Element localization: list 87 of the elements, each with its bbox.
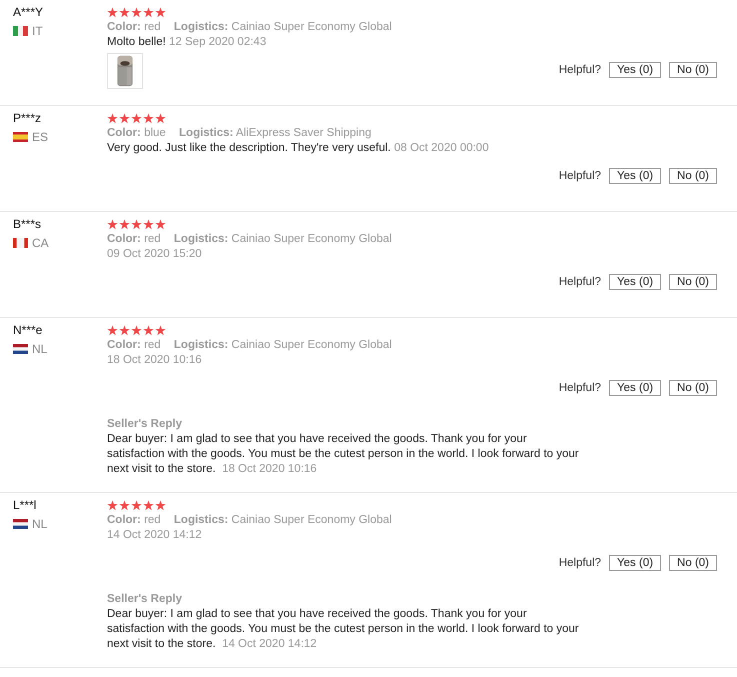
color-label: Color: xyxy=(107,233,141,245)
color-value: red xyxy=(144,514,161,526)
seller-reply-title: Seller's Reply xyxy=(107,593,183,605)
color-value: blue xyxy=(144,127,166,139)
review-date: 14 Oct 2020 14:12 xyxy=(107,529,202,541)
country-code: NL xyxy=(32,342,48,356)
flag-icon xyxy=(13,344,28,354)
reviewer-name: N***e xyxy=(13,323,42,337)
country-code: CA xyxy=(32,236,49,250)
color-label: Color: xyxy=(107,127,141,139)
logistics-label: Logistics: xyxy=(179,127,234,139)
star-icon xyxy=(131,113,142,124)
logistics-value: Cainiao Super Economy Global xyxy=(231,514,392,526)
review-date: 08 Oct 2020 00:00 xyxy=(394,142,489,154)
color-value: red xyxy=(144,233,161,245)
color-value: red xyxy=(144,21,161,33)
flag-icon xyxy=(13,132,28,142)
star-icon xyxy=(119,7,130,18)
no-button[interactable]: No (0) xyxy=(669,380,717,396)
photo-thumbnail[interactable] xyxy=(107,53,143,89)
logistics-label: Logistics: xyxy=(174,233,228,245)
logistics-label: Logistics: xyxy=(174,21,228,33)
star-icon xyxy=(107,500,118,511)
flag-icon xyxy=(13,238,28,248)
helpful-label: Helpful? xyxy=(558,170,602,182)
no-button[interactable]: No (0) xyxy=(669,62,717,78)
color-label: Color: xyxy=(107,514,141,526)
review-date: 18 Oct 2020 10:16 xyxy=(107,354,202,366)
star-icon xyxy=(119,113,130,124)
flag-icon xyxy=(13,519,28,529)
star-icon xyxy=(155,500,166,511)
logistics-value: Cainiao Super Economy Global xyxy=(231,233,392,245)
star-icon xyxy=(143,325,154,336)
star-icon xyxy=(131,219,142,230)
star-icon xyxy=(155,7,166,18)
star-icon xyxy=(131,325,142,336)
logistics-value: Cainiao Super Economy Global xyxy=(231,21,392,33)
review-text: Molto belle! xyxy=(107,36,166,48)
country-code: IT xyxy=(32,24,43,38)
review-date: 12 Sep 2020 02:43 xyxy=(169,36,266,48)
logistics-value: AliExpress Saver Shipping xyxy=(236,127,372,139)
star-icon xyxy=(119,219,130,230)
star-icon xyxy=(107,7,118,18)
flag-icon xyxy=(13,26,28,36)
star-icon xyxy=(131,500,142,511)
star-icon xyxy=(143,500,154,511)
seller-reply-text: Dear buyer: I am glad to see that you have received the goods. Thank you for your satisfaction with the goods. You must be the cutest person in the world. I look forward to your next visit to the store. 14 Oct 2020 14:12 xyxy=(107,607,580,652)
star-icon xyxy=(119,325,130,336)
helpful-label: Helpful? xyxy=(558,276,602,288)
helpful-label: Helpful? xyxy=(558,64,602,76)
yes-button[interactable]: Yes (0) xyxy=(609,62,662,78)
yes-button[interactable]: Yes (0) xyxy=(609,274,662,290)
yes-button[interactable]: Yes (0) xyxy=(609,168,662,184)
star-icon xyxy=(143,219,154,230)
logistics-label: Logistics: xyxy=(174,339,228,351)
star-icon xyxy=(131,7,142,18)
reviewer-name: A***Y xyxy=(13,5,44,19)
star-icon xyxy=(155,113,166,124)
star-icon xyxy=(119,500,130,511)
seller-reply-title: Seller's Reply xyxy=(107,418,183,430)
star-icon xyxy=(107,113,118,124)
country-code: ES xyxy=(32,130,48,144)
color-value: red xyxy=(144,339,161,351)
review-text: Very good. Just like the description. They're very useful. xyxy=(107,142,391,154)
star-icon xyxy=(107,325,118,336)
review-date: 09 Oct 2020 15:20 xyxy=(107,248,202,260)
star-icon xyxy=(155,325,166,336)
no-button[interactable]: No (0) xyxy=(669,555,717,571)
yes-button[interactable]: Yes (0) xyxy=(609,555,662,571)
reviewer-name: L***l xyxy=(13,498,36,512)
helpful-label: Helpful? xyxy=(558,382,602,394)
no-button[interactable]: No (0) xyxy=(669,274,717,290)
color-label: Color: xyxy=(107,339,141,351)
seller-reply-text: Dear buyer: I am glad to see that you have received the goods. Thank you for your satisfaction with the goods. You must be the cutest person in the world. I look forward to your next visit to the store. 18 Oct 2020 10:16 xyxy=(107,432,580,477)
logistics-label: Logistics: xyxy=(174,514,228,526)
helpful-label: Helpful? xyxy=(558,557,602,569)
reviewer-name: B***s xyxy=(13,217,42,231)
star-icon xyxy=(143,113,154,124)
color-label: Color: xyxy=(107,21,141,33)
yes-button[interactable]: Yes (0) xyxy=(609,380,662,396)
star-icon xyxy=(107,219,118,230)
country-code: NL xyxy=(32,517,48,531)
reviewer-name: P***z xyxy=(13,111,42,125)
logistics-value: Cainiao Super Economy Global xyxy=(231,339,392,351)
star-icon xyxy=(143,7,154,18)
no-button[interactable]: No (0) xyxy=(669,168,717,184)
star-icon xyxy=(155,219,166,230)
